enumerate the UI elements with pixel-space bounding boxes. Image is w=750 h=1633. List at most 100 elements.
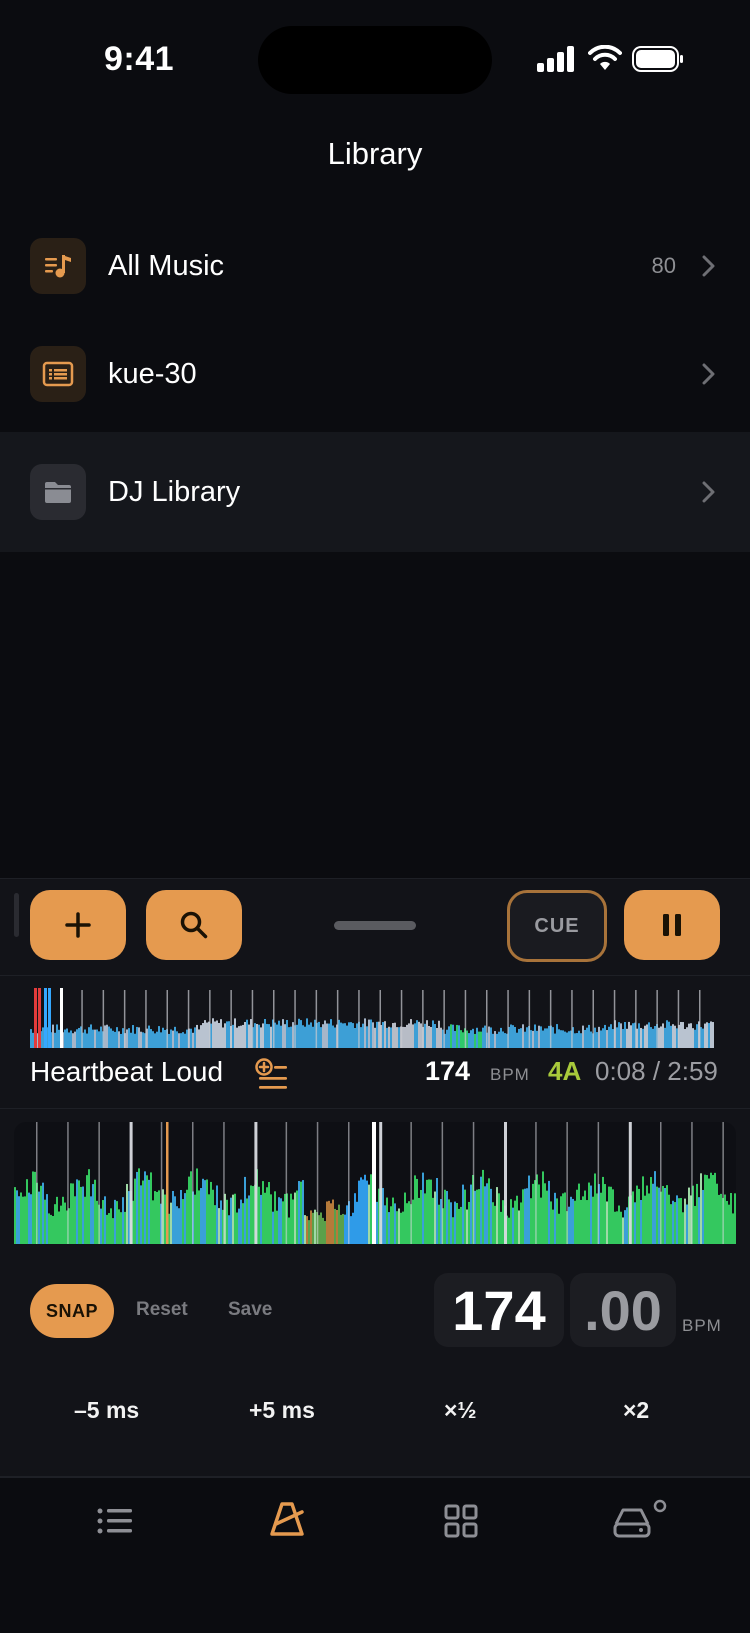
divider	[0, 975, 750, 976]
waveform-bar	[526, 1027, 528, 1048]
cue-button[interactable]: CUE	[507, 890, 607, 962]
playhead[interactable]	[372, 1122, 376, 1244]
beat-marker	[443, 990, 445, 1048]
cue-line	[166, 1122, 169, 1244]
waveform-bar	[664, 1027, 666, 1048]
detail-waveform[interactable]	[14, 1122, 736, 1244]
waveform-bar	[358, 1180, 360, 1244]
waveform-bar	[184, 1193, 186, 1244]
add-button[interactable]	[30, 890, 126, 960]
grid-icon[interactable]	[444, 1504, 478, 1538]
waveform-bar	[278, 1020, 280, 1048]
waveform-bar	[70, 1030, 72, 1048]
library-item-all-music[interactable]: All Music 80	[0, 212, 750, 320]
beat-line	[379, 1122, 383, 1244]
reset-button[interactable]: Reset	[136, 1299, 188, 1321]
waveform-bar	[594, 1173, 596, 1244]
beat-marker	[379, 990, 381, 1048]
waveform-bar	[302, 1025, 304, 1048]
waveform-bar	[652, 1183, 654, 1244]
waveform-bar	[626, 1207, 628, 1244]
overview-waveform[interactable]	[30, 988, 714, 1048]
beat-marker	[699, 990, 701, 1048]
waveform-bar	[396, 1027, 398, 1048]
waveform-bar	[292, 1199, 294, 1244]
waveform-bar	[296, 1190, 298, 1244]
waveform-bar	[466, 1030, 468, 1048]
search-button[interactable]	[146, 890, 242, 960]
waveform-bar	[336, 1210, 338, 1244]
metronome-icon[interactable]	[268, 1500, 308, 1540]
add-to-queue-icon[interactable]	[255, 1058, 289, 1092]
waveform-bar	[670, 1025, 672, 1048]
waveform-bar	[92, 1184, 94, 1244]
pause-button[interactable]	[624, 890, 720, 960]
waveform-bar	[430, 1179, 432, 1244]
waveform-bar	[450, 1024, 452, 1048]
waveform-bar	[648, 1193, 650, 1244]
waveform-bar	[718, 1194, 720, 1244]
waveform-bar	[228, 1021, 230, 1048]
save-button[interactable]: Save	[228, 1299, 272, 1321]
waveform-bar	[644, 1195, 646, 1244]
waveform-bar	[156, 1031, 158, 1048]
waveform-bar	[472, 1028, 474, 1048]
snap-button[interactable]: SNAP	[30, 1284, 114, 1338]
waveform-bar	[138, 1027, 140, 1048]
waveform-bar	[704, 1023, 706, 1048]
waveform-bar	[258, 1186, 260, 1244]
waveform-bar	[62, 1196, 64, 1244]
beat-line	[472, 1122, 475, 1244]
waveform-bar	[500, 1027, 502, 1048]
waveform-bar	[240, 1025, 242, 1048]
waveform-bar	[462, 1184, 464, 1244]
device-icon[interactable]	[612, 1498, 670, 1540]
drag-handle[interactable]	[334, 921, 416, 930]
waveform-bar	[64, 1202, 66, 1244]
waveform-bar	[76, 1179, 78, 1244]
folder-icon	[30, 464, 86, 520]
waveform-bar	[516, 1032, 518, 1048]
half-bpm-button[interactable]: ×½	[444, 1397, 477, 1424]
waveform-bar	[428, 1179, 430, 1244]
waveform-bar	[152, 1031, 154, 1048]
waveform-bar	[152, 1200, 154, 1244]
library-item-kue-30[interactable]: kue-30	[0, 320, 750, 428]
bpm-integer-field[interactable]: 174	[434, 1273, 564, 1347]
beat-marker	[123, 990, 126, 1048]
waveform-bar	[458, 1208, 460, 1244]
beat-line	[597, 1122, 600, 1244]
waveform-bar	[196, 1024, 198, 1048]
waveform-bar	[672, 1200, 674, 1244]
library-item-dj-library[interactable]: DJ Library	[0, 432, 750, 552]
nudge-plus-5ms-button[interactable]: +5 ms	[249, 1397, 315, 1424]
waveform-bar	[612, 1189, 614, 1244]
waveform-bar	[712, 1022, 714, 1048]
waveform-bar	[646, 1185, 648, 1244]
double-bpm-button[interactable]: ×2	[623, 1397, 649, 1424]
waveform-bar	[226, 1199, 228, 1244]
waveform-bar	[86, 1175, 88, 1244]
beat-marker	[273, 990, 275, 1048]
waveform-bar	[200, 1188, 202, 1244]
beat-line	[348, 1122, 350, 1244]
waveform-bar	[708, 1178, 710, 1244]
list-icon[interactable]	[96, 1506, 134, 1536]
beat-marker	[294, 990, 296, 1048]
waveform-bar	[44, 1199, 46, 1244]
waveform-bar	[588, 1182, 590, 1244]
waveform-bar	[204, 1020, 206, 1048]
waveform-bar	[392, 1023, 394, 1048]
bpm-decimal-field[interactable]: .00	[570, 1273, 676, 1347]
waveform-bar	[288, 1217, 290, 1244]
waveform-bar	[16, 1190, 18, 1244]
waveform-bar	[596, 1032, 598, 1048]
waveform-bar	[574, 1033, 576, 1048]
nudge-minus-5ms-button[interactable]: –5 ms	[74, 1397, 139, 1424]
waveform-bar	[482, 1169, 484, 1244]
waveform-bar	[288, 1027, 290, 1048]
waveform-bar	[644, 1025, 646, 1048]
waveform-bar	[20, 1192, 22, 1244]
waveform-bar	[368, 1019, 370, 1048]
waveform-bar	[68, 1032, 70, 1048]
